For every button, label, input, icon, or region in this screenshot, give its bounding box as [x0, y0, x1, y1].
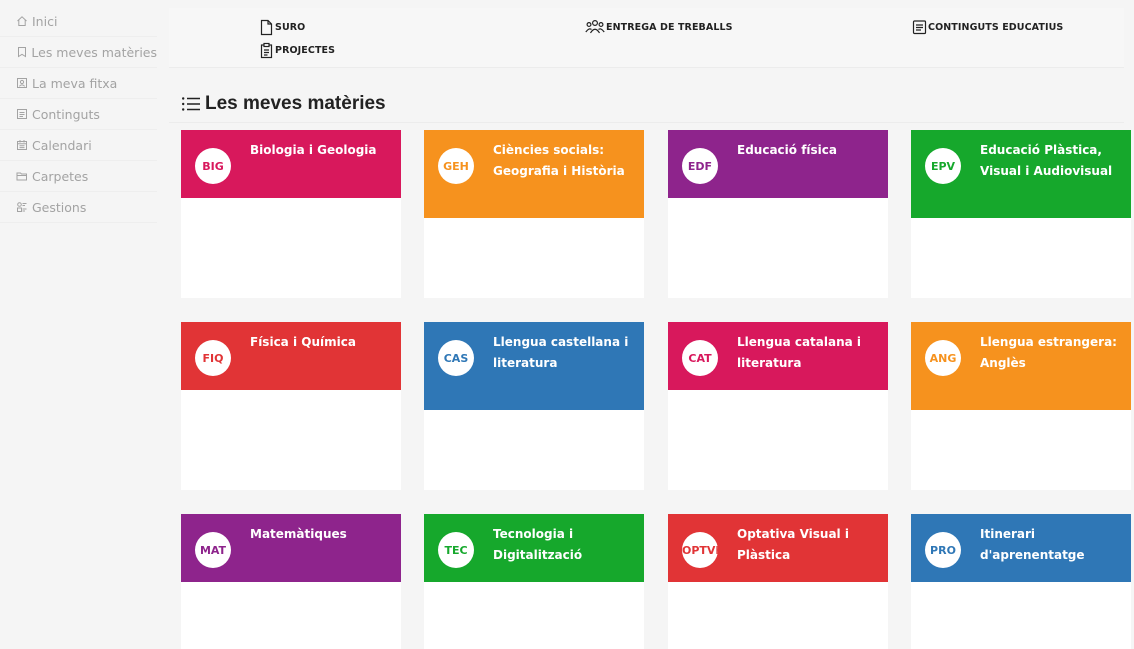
subject-card-cat[interactable]: CAT Llengua catalana i literatura — [668, 322, 888, 490]
home-icon — [15, 14, 29, 28]
file-icon — [260, 19, 273, 36]
sidebar-item-gestions[interactable]: Gestions — [0, 192, 157, 223]
subject-card-header[interactable]: OPTVP Optativa Visual i Plàstica — [668, 514, 888, 582]
subject-card-optvp[interactable]: OPTVP Optativa Visual i Plàstica — [668, 514, 888, 649]
bookmark-icon — [15, 45, 28, 59]
subject-code-badge: FIQ — [195, 340, 231, 376]
subject-name[interactable]: Itinerari d'aprenentatge — [980, 524, 1125, 566]
sidebar-item-label: Carpetes — [32, 168, 89, 184]
subject-card-header[interactable]: BIG Biologia i Geologia — [181, 130, 401, 198]
subject-card-header[interactable]: MAT Matemàtiques — [181, 514, 401, 582]
subject-card-pro[interactable]: PRO Itinerari d'aprenentatge — [911, 514, 1131, 649]
subject-name[interactable]: Optativa Visual i Plàstica — [737, 524, 882, 566]
subject-code-badge: EDF — [682, 148, 718, 184]
subject-name[interactable]: Biologia i Geologia — [250, 140, 395, 161]
subject-name[interactable]: Tecnologia i Digitalització — [493, 524, 638, 566]
subject-card-header[interactable]: TEC Tecnologia i Digitalització — [424, 514, 644, 582]
subject-card-header[interactable]: PRO Itinerari d'aprenentatge — [911, 514, 1131, 582]
subject-name[interactable]: Educació Plàstica, Visual i Audiovisual — [980, 140, 1125, 182]
projectes-label: PROJECTES — [275, 45, 336, 56]
sidebar-item-calendari[interactable]: Calendari — [0, 130, 157, 161]
subject-code-badge: BIG — [195, 148, 231, 184]
sidebar-item-inici[interactable]: Inici — [0, 6, 157, 37]
subject-card-header[interactable]: FIQ Física i Química — [181, 322, 401, 390]
sidebar-item-label: Les meves matèries — [31, 44, 157, 60]
sidebar-item-continguts[interactable]: Continguts — [0, 99, 157, 130]
subject-name[interactable]: Ciències socials: Geografia i Història — [493, 140, 638, 182]
sidebar-item-label: Inici — [32, 13, 58, 29]
sidebar-item-la-meva-fitxa[interactable]: La meva fitxa — [0, 68, 157, 99]
sidebar: Inici Les meves matèries La meva fitxa C… — [0, 0, 157, 649]
subject-card-header[interactable]: EPV Educació Plàstica, Visual i Audiovisu… — [911, 130, 1131, 218]
subject-code-badge: EPV — [925, 148, 961, 184]
page-title-text: Les meves matèries — [205, 93, 386, 114]
subject-card-header[interactable]: ANG Llengua estrangera: Anglès — [911, 322, 1131, 410]
subject-card-epv[interactable]: EPV Educació Plàstica, Visual i Audiovisu… — [911, 130, 1131, 298]
sidebar-item-label: La meva fitxa — [32, 75, 118, 91]
document-icon — [15, 107, 29, 121]
subject-code-badge: PRO — [925, 532, 961, 568]
continguts-educatius-label: CONTINGUTS EDUCATIUS — [928, 22, 1064, 33]
subject-code-badge: OPTVP — [682, 532, 718, 568]
tasks-icon — [15, 200, 29, 214]
subject-card-header[interactable]: EDF Educació física — [668, 130, 888, 198]
continguts-educatius-link[interactable]: CONTINGUTS EDUCATIUS — [912, 19, 1063, 36]
subject-code-badge: CAS — [438, 340, 474, 376]
folder-icon — [15, 169, 29, 183]
subject-name[interactable]: Educació física — [737, 140, 882, 161]
subject-name[interactable]: Física i Química — [250, 332, 395, 353]
subject-card-big[interactable]: BIG Biologia i Geologia — [181, 130, 401, 298]
sidebar-item-carpetes[interactable]: Carpetes — [0, 161, 157, 192]
subject-name[interactable]: Matemàtiques — [250, 524, 395, 545]
list-icon — [182, 97, 200, 111]
profile-icon — [15, 76, 29, 90]
subject-name[interactable]: Llengua catalana i literatura — [737, 332, 882, 374]
clipboard-icon — [260, 42, 273, 59]
sidebar-item-les-meves-materies[interactable]: Les meves matèries — [0, 37, 157, 68]
subject-name[interactable]: Llengua estrangera: Anglès — [980, 332, 1125, 374]
suro-link[interactable]: SURO — [259, 19, 305, 36]
projectes-link[interactable]: PROJECTES — [259, 42, 335, 59]
entrega-de-treballs-link[interactable]: ENTREGA DE TREBALLS — [585, 19, 733, 36]
subject-code-badge: GEH — [438, 148, 474, 184]
top-links-bar: SURO PROJECTES ENTREGA DE TREBALLS CONTI… — [169, 8, 1124, 68]
suro-label: SURO — [275, 22, 306, 33]
entrega-label: ENTREGA DE TREBALLS — [606, 22, 733, 33]
subject-code-badge: MAT — [195, 532, 231, 568]
users-icon — [585, 19, 605, 34]
sidebar-item-label: Calendari — [32, 137, 92, 153]
divider — [169, 122, 1124, 123]
subject-card-tec[interactable]: TEC Tecnologia i Digitalització — [424, 514, 644, 649]
sidebar-item-label: Gestions — [32, 199, 87, 215]
subject-card-header[interactable]: CAS Llengua castellana i literatura — [424, 322, 644, 410]
subject-card-ang[interactable]: ANG Llengua estrangera: Anglès — [911, 322, 1131, 490]
subject-card-fiq[interactable]: FIQ Física i Química — [181, 322, 401, 490]
subject-card-cas[interactable]: CAS Llengua castellana i literatura — [424, 322, 644, 490]
subject-card-header[interactable]: CAT Llengua catalana i literatura — [668, 322, 888, 390]
sidebar-item-label: Continguts — [32, 106, 100, 122]
page-title: Les meves matèries — [181, 93, 386, 115]
main-content: SURO PROJECTES ENTREGA DE TREBALLS CONTI… — [157, 0, 1134, 649]
subject-code-badge: TEC — [438, 532, 474, 568]
document-icon — [912, 20, 927, 35]
subject-name[interactable]: Llengua castellana i literatura — [493, 332, 638, 374]
subject-card-header[interactable]: GEH Ciències socials: Geografia i Històri… — [424, 130, 644, 218]
calendar-icon — [15, 138, 29, 152]
subject-code-badge: ANG — [925, 340, 961, 376]
subject-card-edf[interactable]: EDF Educació física — [668, 130, 888, 298]
subject-card-mat[interactable]: MAT Matemàtiques — [181, 514, 401, 649]
subject-code-badge: CAT — [682, 340, 718, 376]
subject-card-geh[interactable]: GEH Ciències socials: Geografia i Històri… — [424, 130, 644, 298]
